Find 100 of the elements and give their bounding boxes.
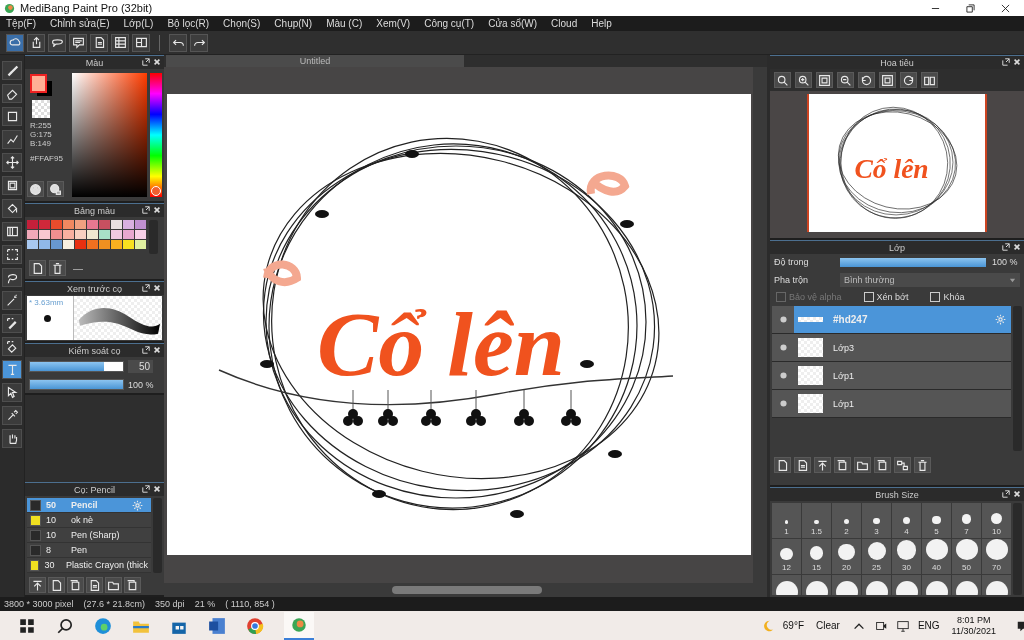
tool-button[interactable] bbox=[2, 107, 22, 126]
palette-swatch[interactable] bbox=[99, 230, 110, 239]
toolbar-button[interactable] bbox=[111, 33, 129, 52]
toolbar-button[interactable] bbox=[69, 33, 87, 52]
palette-swatch[interactable] bbox=[99, 240, 110, 249]
brush-size-cell[interactable]: 10 bbox=[982, 503, 1011, 538]
navigator-button[interactable] bbox=[816, 72, 833, 88]
brush-size-cell[interactable]: 50 bbox=[952, 539, 981, 574]
palette-swatch[interactable] bbox=[87, 240, 98, 249]
brush-size-cell[interactable]: 1 bbox=[772, 503, 801, 538]
brush-size-cell[interactable]: 25 bbox=[862, 539, 891, 574]
redo-button[interactable] bbox=[190, 33, 208, 52]
option-checkbox[interactable]: Khóa bbox=[930, 292, 965, 302]
brush-size-cell[interactable]: 20 bbox=[832, 539, 861, 574]
brush-list-button[interactable] bbox=[67, 577, 84, 593]
tool-button[interactable] bbox=[2, 130, 22, 149]
palette-swatch[interactable] bbox=[75, 240, 86, 249]
palette-swatch[interactable] bbox=[87, 220, 98, 229]
menu-item[interactable]: Chỉnh sửa(E) bbox=[50, 18, 110, 29]
brush-size-cell[interactable]: 30 bbox=[892, 539, 921, 574]
visibility-icon[interactable] bbox=[779, 400, 787, 407]
undo-button[interactable] bbox=[169, 33, 187, 52]
tool-button[interactable] bbox=[2, 291, 22, 310]
layer-item[interactable]: Lớp1 bbox=[772, 362, 1011, 390]
layer-button[interactable] bbox=[834, 457, 851, 473]
taskbar-app-button[interactable] bbox=[284, 611, 314, 640]
popout-icon[interactable] bbox=[142, 58, 150, 66]
tool-button[interactable] bbox=[2, 337, 22, 356]
palette-swatch[interactable] bbox=[51, 220, 62, 229]
palette-swatch[interactable] bbox=[75, 230, 86, 239]
scrollbar[interactable] bbox=[753, 67, 767, 583]
canvas-page[interactable]: Cổ lên bbox=[167, 94, 751, 555]
palette-swatch[interactable] bbox=[135, 220, 146, 229]
menu-item[interactable]: Xem(V) bbox=[376, 18, 411, 29]
brush-size-cell[interactable]: 7 bbox=[952, 503, 981, 538]
tool-button[interactable] bbox=[2, 360, 22, 379]
palette-swatch[interactable] bbox=[63, 230, 74, 239]
brush-size-cell[interactable]: 4 bbox=[892, 503, 921, 538]
layer-button[interactable] bbox=[814, 457, 831, 473]
temperature-text[interactable]: 69°F bbox=[782, 620, 805, 631]
popout-icon[interactable] bbox=[142, 485, 150, 493]
color-swap-button[interactable] bbox=[47, 181, 64, 197]
toolbar-button[interactable] bbox=[6, 33, 24, 52]
close-icon[interactable] bbox=[1001, 3, 1010, 13]
color-field[interactable] bbox=[72, 73, 147, 197]
brush-size-cell[interactable]: 40 bbox=[922, 539, 951, 574]
tool-button[interactable] bbox=[2, 268, 22, 287]
tool-button[interactable] bbox=[2, 245, 22, 264]
menu-item[interactable]: Công cụ(T) bbox=[424, 18, 475, 29]
tool-button[interactable] bbox=[2, 84, 22, 103]
menu-item[interactable]: Cửa sổ(W) bbox=[488, 18, 538, 29]
menu-item[interactable]: Lớp(L) bbox=[123, 18, 154, 29]
browser-icon[interactable] bbox=[94, 616, 112, 635]
tool-button[interactable] bbox=[2, 314, 22, 333]
tool-button[interactable] bbox=[2, 153, 22, 172]
palette-swatch[interactable] bbox=[111, 230, 122, 239]
navigator-button[interactable] bbox=[858, 72, 875, 88]
palette-swatch[interactable] bbox=[135, 230, 146, 239]
brush-list-button[interactable] bbox=[86, 577, 103, 593]
menu-item[interactable]: Help bbox=[591, 18, 612, 29]
popout-icon[interactable] bbox=[142, 206, 150, 214]
palette-swatch[interactable] bbox=[135, 240, 146, 249]
navigator-button[interactable] bbox=[900, 72, 917, 88]
tool-button[interactable] bbox=[2, 176, 22, 195]
tool-button[interactable] bbox=[2, 222, 22, 241]
size-value[interactable]: 50 bbox=[128, 360, 153, 373]
palette-swatch[interactable] bbox=[123, 240, 134, 249]
delete-button[interactable] bbox=[49, 260, 66, 276]
toolbar-button[interactable] bbox=[132, 33, 150, 52]
toolbar-button[interactable] bbox=[27, 33, 45, 52]
clock-time[interactable]: 8:01 PM bbox=[957, 614, 991, 626]
navigator-button[interactable] bbox=[921, 72, 938, 88]
menu-item[interactable]: Tệp(F) bbox=[6, 18, 36, 29]
tool-button[interactable] bbox=[2, 406, 22, 425]
palette-swatch[interactable] bbox=[87, 230, 98, 239]
palette-swatch[interactable] bbox=[51, 240, 62, 249]
layer-item[interactable]: Lớp1 bbox=[772, 390, 1011, 418]
size-slider[interactable] bbox=[29, 361, 124, 372]
layer-item[interactable]: Lớp3 bbox=[772, 334, 1011, 362]
primary-color-swatch[interactable] bbox=[30, 74, 47, 93]
popout-icon[interactable] bbox=[1002, 58, 1010, 66]
menu-item[interactable]: Chọn(S) bbox=[223, 18, 261, 29]
menu-item[interactable]: Cloud bbox=[551, 18, 578, 29]
palette-swatch[interactable] bbox=[75, 220, 86, 229]
brush-item[interactable]: 30 Plastic Crayon (thick bbox=[27, 558, 151, 573]
palette-swatch[interactable] bbox=[111, 240, 122, 249]
brush-list-button[interactable] bbox=[124, 577, 141, 593]
tool-button[interactable] bbox=[2, 383, 22, 402]
brush-item[interactable]: 10 Pen (Sharp) bbox=[27, 528, 151, 543]
language-indicator[interactable]: ENG bbox=[917, 620, 940, 631]
popout-icon[interactable] bbox=[142, 284, 150, 292]
palette-button[interactable] bbox=[27, 181, 44, 197]
layer-button[interactable] bbox=[894, 457, 911, 473]
visibility-icon[interactable] bbox=[779, 372, 787, 379]
tool-button[interactable] bbox=[2, 199, 22, 218]
chrome-icon[interactable] bbox=[246, 616, 264, 635]
palette-swatch[interactable] bbox=[99, 220, 110, 229]
navigator-button[interactable] bbox=[774, 72, 791, 88]
palette-swatch[interactable] bbox=[27, 220, 38, 229]
tool-button[interactable] bbox=[2, 61, 22, 80]
